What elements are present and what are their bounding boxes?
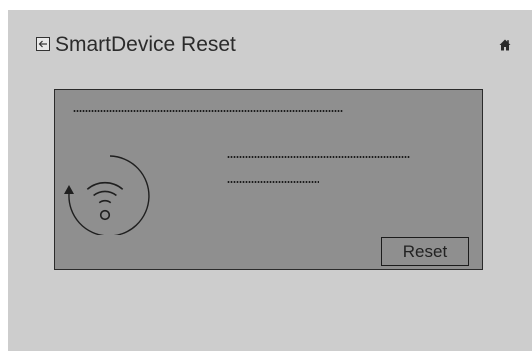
- wifi-reset-icon: [61, 147, 157, 237]
- reset-panel: Reset: [54, 89, 483, 270]
- header: SmartDevice Reset: [8, 10, 532, 80]
- back-arrow-icon[interactable]: [36, 37, 50, 51]
- placeholder-text-line: [227, 181, 319, 183]
- device-screen: SmartDevice Reset Reset: [8, 10, 532, 351]
- placeholder-text-line: [73, 110, 343, 112]
- home-icon[interactable]: [499, 38, 511, 51]
- placeholder-text-line: [227, 156, 410, 158]
- reset-button[interactable]: Reset: [381, 237, 469, 266]
- page-title: SmartDevice Reset: [55, 33, 236, 56]
